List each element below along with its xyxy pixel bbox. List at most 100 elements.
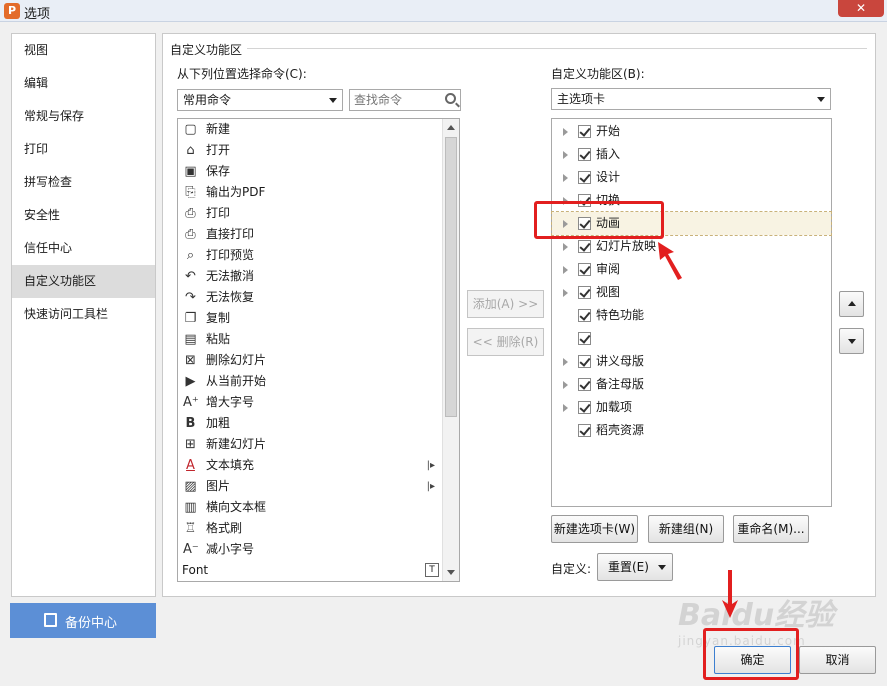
search-input[interactable] <box>350 90 440 110</box>
new-doc-icon: ▢ <box>184 122 197 137</box>
nav-item-6[interactable]: 信任中心 <box>12 232 155 265</box>
ribbon-tab-item[interactable]: 审阅 <box>552 258 831 281</box>
nav-item-1[interactable]: 编辑 <box>12 67 155 100</box>
command-item[interactable]: ⊞ 新建幻灯片 <box>178 434 459 455</box>
rename-button[interactable]: 重命名(M)... <box>733 515 809 543</box>
command-item[interactable]: Font T <box>178 560 459 581</box>
command-item[interactable]: ▥ 横向文本框 <box>178 497 459 518</box>
command-item[interactable]: ⎙ 直接打印 <box>178 224 459 245</box>
expand-arrow-icon[interactable] <box>563 266 568 274</box>
command-item[interactable]: A⁺ 增大字号 <box>178 392 459 413</box>
commands-list[interactable]: ▢ 新建 ⌂ 打开 ▣ 保存 ⎘ 输出为PDF ⎙ 打印 ⎙ 直接打印 ⌕ 打印预览 ↶ 无法撤消 ↷ 无法恢复 ❐… <box>177 118 460 582</box>
expand-arrow-icon[interactable] <box>563 358 568 366</box>
command-item[interactable]: ▨ 图片 |▸ <box>178 476 459 497</box>
ribbon-tab-item[interactable]: 开始 <box>552 120 831 143</box>
tab-checkbox[interactable] <box>578 378 591 391</box>
play-from-current-icon: ▶ <box>185 374 196 389</box>
scroll-up-icon[interactable] <box>447 125 455 130</box>
reset-button[interactable]: 重置(E) <box>597 553 673 581</box>
tab-checkbox[interactable] <box>578 355 591 368</box>
expand-arrow-icon[interactable] <box>563 289 568 297</box>
new-tab-button[interactable]: 新建选项卡(W) <box>551 515 638 543</box>
command-label: 直接打印 <box>206 227 255 241</box>
tab-checkbox[interactable] <box>578 263 591 276</box>
backup-center-button[interactable]: 备份中心 <box>10 603 156 638</box>
command-item[interactable]: A 文本填充 |▸ <box>178 455 459 476</box>
command-item[interactable]: ▤ 粘贴 <box>178 329 459 350</box>
nav-item-7[interactable]: 自定义功能区 <box>12 265 155 298</box>
ribbon-tab-item[interactable]: 加载项 <box>552 396 831 419</box>
command-item[interactable]: ▣ 保存 <box>178 161 459 182</box>
tab-checkbox[interactable] <box>578 424 591 437</box>
tab-checkbox[interactable] <box>578 171 591 184</box>
tab-checkbox[interactable] <box>578 332 591 345</box>
search-icon[interactable] <box>445 93 456 104</box>
expand-arrow-icon[interactable] <box>563 404 568 412</box>
move-down-button[interactable] <box>839 328 864 354</box>
nav-item-4[interactable]: 拼写检查 <box>12 166 155 199</box>
command-item[interactable]: ⊠ 删除幻灯片 <box>178 350 459 371</box>
ribbon-tab-item[interactable]: 设计 <box>552 166 831 189</box>
nav-item-5[interactable]: 安全性 <box>12 199 155 232</box>
expand-arrow-icon[interactable] <box>563 174 568 182</box>
tab-checkbox[interactable] <box>578 240 591 253</box>
expand-arrow-icon[interactable] <box>563 151 568 159</box>
command-label: 文本填充 <box>206 458 255 472</box>
tab-checkbox[interactable] <box>578 148 591 161</box>
red-arrow-up-left-icon <box>658 242 682 280</box>
scroll-down-icon[interactable] <box>447 570 455 575</box>
chevron-down-icon <box>817 97 825 102</box>
picture-icon: ▨ <box>184 479 197 494</box>
ribbon-tab-item[interactable]: 稻壳资源 <box>552 419 831 442</box>
command-label: 减小字号 <box>206 542 255 556</box>
command-item[interactable]: ⌕ 打印预览 <box>178 245 459 266</box>
ribbon-tab-item[interactable]: 备注母版 <box>552 373 831 396</box>
expand-arrow-icon[interactable] <box>563 128 568 136</box>
nav-item-0[interactable]: 视图 <box>12 34 155 67</box>
tab-checkbox[interactable] <box>578 286 591 299</box>
command-item[interactable]: ↶ 无法撤消 <box>178 266 459 287</box>
command-item[interactable]: ⎘ 输出为PDF <box>178 182 459 203</box>
remove-button[interactable]: << 删除(R) <box>467 328 544 356</box>
command-item[interactable]: ⎙ 打印 <box>178 203 459 224</box>
move-up-button[interactable] <box>839 291 864 317</box>
font-box-icon: T <box>425 563 439 577</box>
ribbon-tab-item[interactable]: 特色功能 <box>552 304 831 327</box>
ribbon-tab-item[interactable] <box>552 327 831 350</box>
command-label: 输出为PDF <box>206 185 266 199</box>
tab-checkbox[interactable] <box>578 125 591 138</box>
nav-item-8[interactable]: 快速访问工具栏 <box>12 298 155 331</box>
submenu-arrow-icon: |▸ <box>426 460 435 471</box>
command-item[interactable]: B 加粗 <box>178 413 459 434</box>
ribbon-tab-item[interactable]: 讲义母版 <box>552 350 831 373</box>
expand-arrow-icon[interactable] <box>563 243 568 251</box>
tab-checkbox[interactable] <box>578 401 591 414</box>
command-item[interactable]: ▶ 从当前开始 <box>178 371 459 392</box>
ribbon-tab-item[interactable]: 插入 <box>552 143 831 166</box>
choose-commands-dropdown[interactable]: 常用命令 <box>177 89 343 111</box>
scroll-thumb[interactable] <box>445 137 457 417</box>
command-item[interactable]: ♖ 格式刷 <box>178 518 459 539</box>
command-item[interactable]: ❐ 复制 <box>178 308 459 329</box>
expand-arrow-icon[interactable] <box>563 381 568 389</box>
ribbon-tabs-tree[interactable]: 开始 插入 设计 切换 动画 幻灯片放映 审阅 视图 特色功能 讲义母版 备注母版 加载项 稻壳资源 <box>551 118 832 507</box>
nav-item-2[interactable]: 常规与保存 <box>12 100 155 133</box>
new-group-button[interactable]: 新建组(N) <box>648 515 724 543</box>
add-button[interactable]: 添加(A) >> <box>467 290 544 318</box>
commands-scrollbar[interactable] <box>442 119 459 581</box>
command-item[interactable]: ↷ 无法恢复 <box>178 287 459 308</box>
command-item[interactable]: A⁻ 减小字号 <box>178 539 459 560</box>
search-commands-box[interactable] <box>349 89 461 111</box>
window-title: 选项 <box>24 7 51 22</box>
redo-icon: ↷ <box>185 290 196 305</box>
tab-checkbox[interactable] <box>578 309 591 322</box>
close-button[interactable]: ✕ <box>838 0 884 17</box>
command-item[interactable]: ▢ 新建 <box>178 119 459 140</box>
highlight-box-ok-button <box>703 628 799 680</box>
textbox-icon: ▥ <box>184 500 197 515</box>
ribbon-tab-item[interactable]: 视图 <box>552 281 831 304</box>
command-item[interactable]: ⌂ 打开 <box>178 140 459 161</box>
customize-ribbon-dropdown[interactable]: 主选项卡 <box>551 88 831 110</box>
red-arrow-down-icon <box>722 570 738 618</box>
nav-item-3[interactable]: 打印 <box>12 133 155 166</box>
